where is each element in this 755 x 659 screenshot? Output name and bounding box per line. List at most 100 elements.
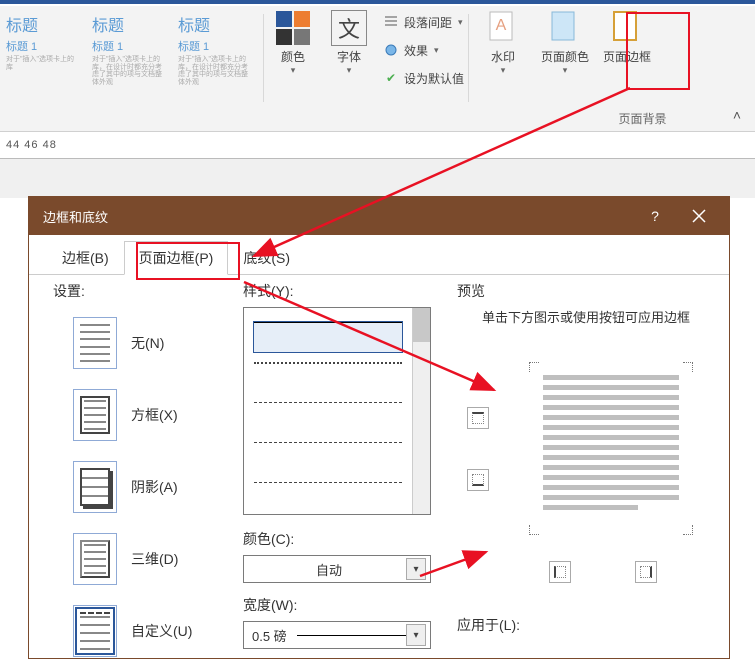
check-icon: ✔	[382, 69, 400, 87]
style-title: 标题	[6, 12, 80, 36]
setting-3d[interactable]: 三维(D)	[73, 523, 233, 595]
style-option-dashed2[interactable]	[254, 442, 402, 472]
preview-corner	[683, 362, 693, 372]
page-border-label: 页面边框	[603, 48, 651, 65]
style-title: 标题	[178, 12, 252, 36]
style-label: 样式(Y):	[243, 281, 443, 301]
apply-to-label: 应用于(L):	[457, 615, 520, 635]
color-label: 颜色(C):	[243, 529, 443, 549]
setting-custom-thumb	[73, 605, 117, 657]
scrollbar-thumb[interactable]	[413, 308, 430, 342]
style-title: 标题	[92, 12, 166, 36]
setting-box-label: 方框(X)	[131, 405, 178, 425]
watermark-button[interactable]: A 水印 ▾	[475, 10, 531, 106]
document-area	[0, 158, 755, 198]
width-dropdown[interactable]: 0.5 磅 ▾	[243, 621, 431, 649]
colors-icon	[275, 10, 311, 46]
setting-box[interactable]: 方框(X)	[73, 379, 233, 451]
setting-none[interactable]: 无(N)	[73, 307, 233, 379]
styles-gallery[interactable]: 标题 标题 1 对于"插入"选项卡上的库 标题 标题 1 对于"插入"选项卡上的…	[0, 6, 263, 106]
page-border-button[interactable]: 页面边框	[599, 10, 655, 106]
width-dropdown-button[interactable]: ▾	[406, 624, 426, 646]
style-scrollbar[interactable]	[412, 308, 430, 514]
tab-shading[interactable]: 底纹(S)	[228, 241, 305, 275]
colors-button[interactable]: 颜色 ▾	[270, 10, 316, 102]
fonts-icon: 文	[331, 10, 367, 46]
setting-none-thumb	[73, 317, 117, 369]
preview-corner	[683, 525, 693, 535]
setting-none-label: 无(N)	[131, 333, 164, 353]
preview-corner	[529, 525, 539, 535]
width-value: 0.5 磅	[252, 626, 406, 645]
settings-label: 设置:	[53, 281, 233, 301]
style-thumb[interactable]: 标题 标题 1 对于"插入"选项卡上的库，在设计时都充分考虑了其中的项与文档整体…	[86, 8, 172, 100]
style-option-dotted[interactable]	[254, 362, 402, 392]
setting-shadow[interactable]: 阴影(A)	[73, 451, 233, 523]
close-icon	[692, 209, 706, 223]
edge-bottom-button[interactable]	[467, 469, 489, 491]
dialog-titlebar[interactable]: 边框和底纹 ?	[29, 197, 729, 235]
help-button[interactable]: ?	[633, 197, 677, 235]
edge-right-button[interactable]	[635, 561, 657, 583]
color-dropdown[interactable]: 自动 ▾	[243, 555, 431, 583]
style-option-dashdot[interactable]	[254, 482, 402, 512]
style-sample: 对于"插入"选项卡上的库，在设计时都充分考虑了其中的项与文档整体外观	[178, 56, 252, 87]
tab-page-border[interactable]: 页面边框(P)	[124, 241, 229, 275]
fonts-button[interactable]: 文 字体 ▾	[326, 10, 372, 102]
set-default-label: 设为默认值	[404, 70, 464, 87]
watermark-label: 水印	[491, 48, 515, 65]
style-option-solid[interactable]	[254, 322, 402, 352]
chevron-down-icon: ▾	[501, 65, 506, 76]
style-option-dashed[interactable]	[254, 402, 402, 432]
style-sample: 对于"插入"选项卡上的库，在设计时都充分考虑了其中的项与文档整体外观	[92, 56, 166, 87]
effects-icon	[382, 41, 400, 59]
page-background-group: A 水印 ▾ 页面颜色 ▾ 页面边框	[469, 6, 661, 106]
page-color-label: 页面颜色	[541, 48, 589, 65]
style-subtitle: 标题 1	[178, 38, 252, 54]
preview-page	[543, 375, 679, 523]
fonts-label: 字体	[337, 48, 361, 65]
preview-corner	[529, 362, 539, 372]
tab-borders[interactable]: 边框(B)	[47, 241, 124, 275]
set-default-button[interactable]: ✔ 设为默认值	[382, 66, 464, 90]
effects-label: 效果	[404, 42, 428, 59]
style-thumb[interactable]: 标题 标题 1 对于"插入"选项卡上的库，在设计时都充分考虑了其中的项与文档整体…	[172, 8, 258, 100]
colors-label: 颜色	[281, 48, 305, 65]
dialog-tabs: 边框(B) 页面边框(P) 底纹(S)	[29, 235, 729, 275]
preview-canvas[interactable]	[457, 357, 715, 617]
borders-shading-dialog: 边框和底纹 ? 边框(B) 页面边框(P) 底纹(S) 设置: 无(N)	[28, 196, 730, 659]
style-subtitle: 标题 1	[92, 38, 166, 54]
style-subtitle: 标题 1	[6, 38, 80, 54]
chevron-down-icon: ▾	[347, 65, 352, 76]
setting-custom-label: 自定义(U)	[131, 621, 192, 641]
paragraph-spacing-label: 段落间距	[404, 14, 452, 31]
style-list[interactable]	[243, 307, 431, 515]
paragraph-spacing-button[interactable]: 段落间距 ▾	[382, 10, 464, 34]
setting-shadow-thumb	[73, 461, 117, 513]
ruler-numbers: 44 46 48	[6, 139, 57, 151]
collapse-ribbon-button[interactable]: ˄	[733, 107, 741, 123]
setting-shadow-label: 阴影(A)	[131, 477, 178, 497]
setting-custom[interactable]: 自定义(U)	[73, 595, 233, 659]
chevron-down-icon: ▾	[563, 65, 568, 76]
width-label: 宽度(W):	[243, 595, 443, 615]
color-dropdown-button[interactable]: ▾	[406, 558, 426, 580]
style-thumb[interactable]: 标题 标题 1 对于"插入"选项卡上的库	[0, 8, 86, 100]
close-button[interactable]	[677, 197, 721, 235]
svg-text:A: A	[496, 17, 507, 34]
effects-button[interactable]: 效果 ▾	[382, 38, 464, 62]
dialog-title: 边框和底纹	[43, 207, 108, 226]
paragraph-spacing-icon	[382, 13, 400, 31]
style-sample: 对于"插入"选项卡上的库	[6, 56, 80, 71]
chevron-down-icon: ▾	[458, 17, 463, 28]
setting-box-thumb	[73, 389, 117, 441]
edge-top-button[interactable]	[467, 407, 489, 429]
page-color-button[interactable]: 页面颜色 ▾	[537, 10, 593, 106]
edge-left-button[interactable]	[549, 561, 571, 583]
setting-3d-thumb	[73, 533, 117, 585]
page-background-group-label: 页面背景	[570, 110, 715, 127]
chevron-down-icon: ▾	[434, 45, 439, 56]
page-border-icon	[610, 10, 644, 44]
watermark-icon: A	[486, 10, 520, 44]
page-color-icon	[548, 10, 582, 44]
